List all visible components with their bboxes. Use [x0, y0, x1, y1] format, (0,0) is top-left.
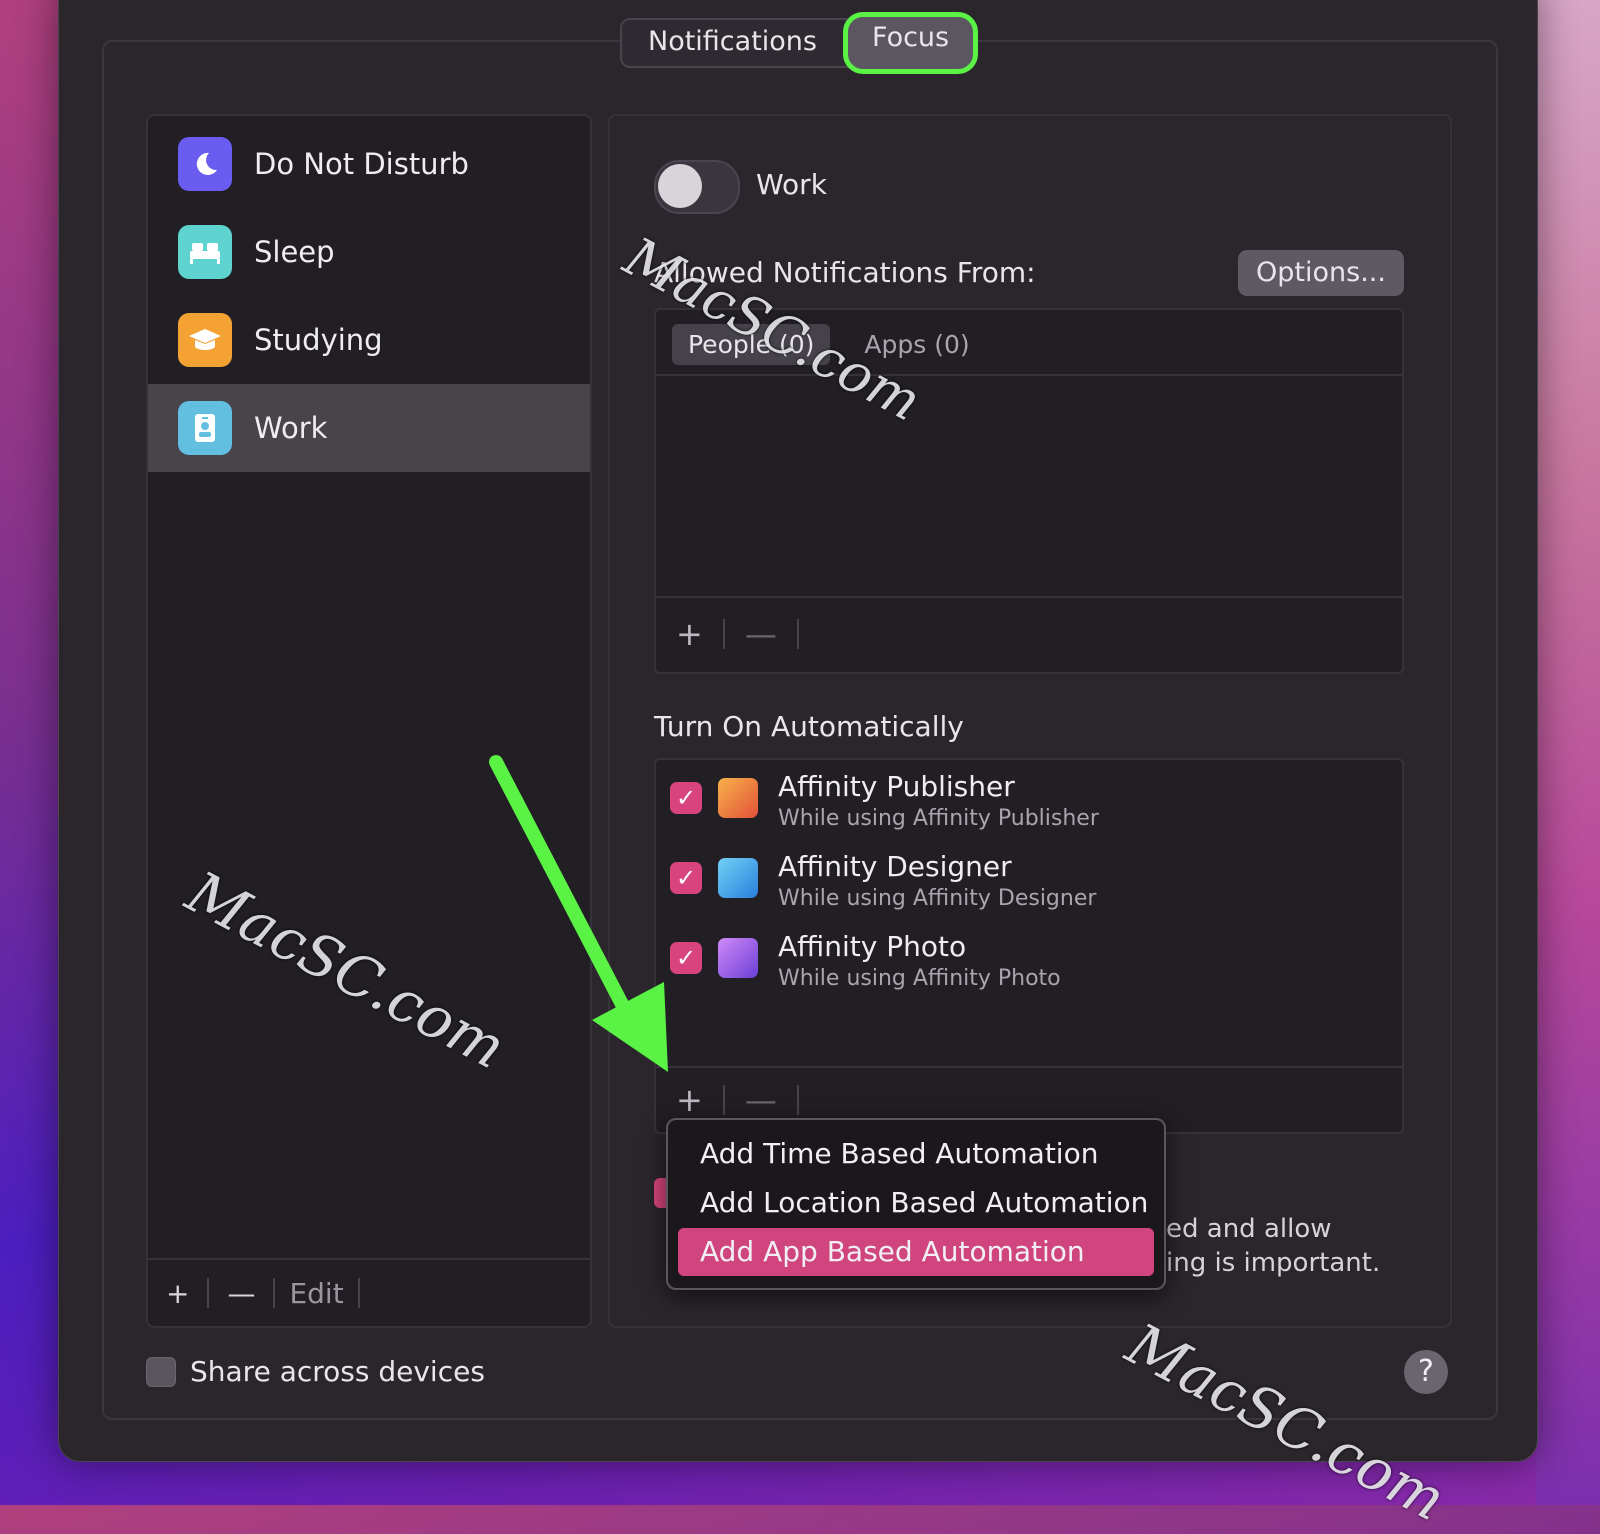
annotation-arrow-icon [489, 755, 668, 1072]
